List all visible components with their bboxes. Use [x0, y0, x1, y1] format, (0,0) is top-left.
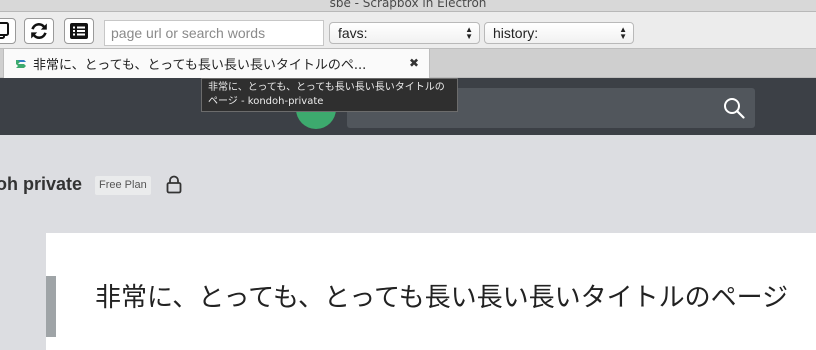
tab-title: 非常に、とっても、とっても長い長い長いタイトルのペ... [33, 58, 367, 73]
tooltip-line-2: ページ - kondoh-private [208, 96, 324, 107]
lock-icon [166, 175, 182, 194]
select-arrows-icon: ▲ ▼ [465, 25, 473, 41]
page-title[interactable]: 非常に、とっても、とっても長い長い長いタイトルのページ [95, 277, 788, 314]
reload-button[interactable] [24, 18, 54, 44]
list-icon [70, 23, 88, 39]
tab-close-icon[interactable]: ✖ [409, 56, 419, 70]
history-select-label: history: [493, 25, 539, 41]
page-card-marker [46, 276, 56, 337]
reload-icon [31, 23, 47, 39]
url-search-input[interactable]: page url or search words [104, 20, 324, 46]
scrapbox-favicon-icon [16, 59, 26, 68]
select-arrows-icon: ▲ ▼ [619, 25, 627, 41]
plan-badge: Free Plan [95, 176, 151, 195]
tooltip-line-1: 非常に、とっても、とっても長い長い長いタイトルの [208, 82, 445, 93]
list-button[interactable] [64, 18, 94, 44]
tab-bar: 非常に、とっても、とっても長い長い長いタイトルのペ... ✖ [0, 48, 816, 78]
project-name[interactable]: oh private [0, 174, 82, 195]
copy-icon [0, 22, 9, 39]
history-select[interactable]: history: ▲ ▼ [484, 22, 634, 44]
window-title: sbe - Scrapbox in Electron [329, 0, 487, 10]
window-titlebar: sbe - Scrapbox in Electron [0, 0, 816, 12]
copy-button[interactable] [0, 18, 16, 44]
tab-page[interactable]: 非常に、とっても、とっても長い長い長いタイトルのペ... ✖ [3, 48, 430, 78]
app-toolbar: page url or search words favs: ▲ ▼ histor… [0, 12, 816, 48]
favs-select[interactable]: favs: ▲ ▼ [329, 22, 480, 44]
tab-tooltip: 非常に、とっても、とっても長い長い長いタイトルの ページ - kondoh-pr… [201, 78, 458, 112]
search-icon[interactable] [723, 97, 745, 119]
favs-select-label: favs: [338, 25, 368, 41]
page-card[interactable]: 非常に、とっても、とっても長い長い長いタイトルのページ [46, 233, 816, 350]
